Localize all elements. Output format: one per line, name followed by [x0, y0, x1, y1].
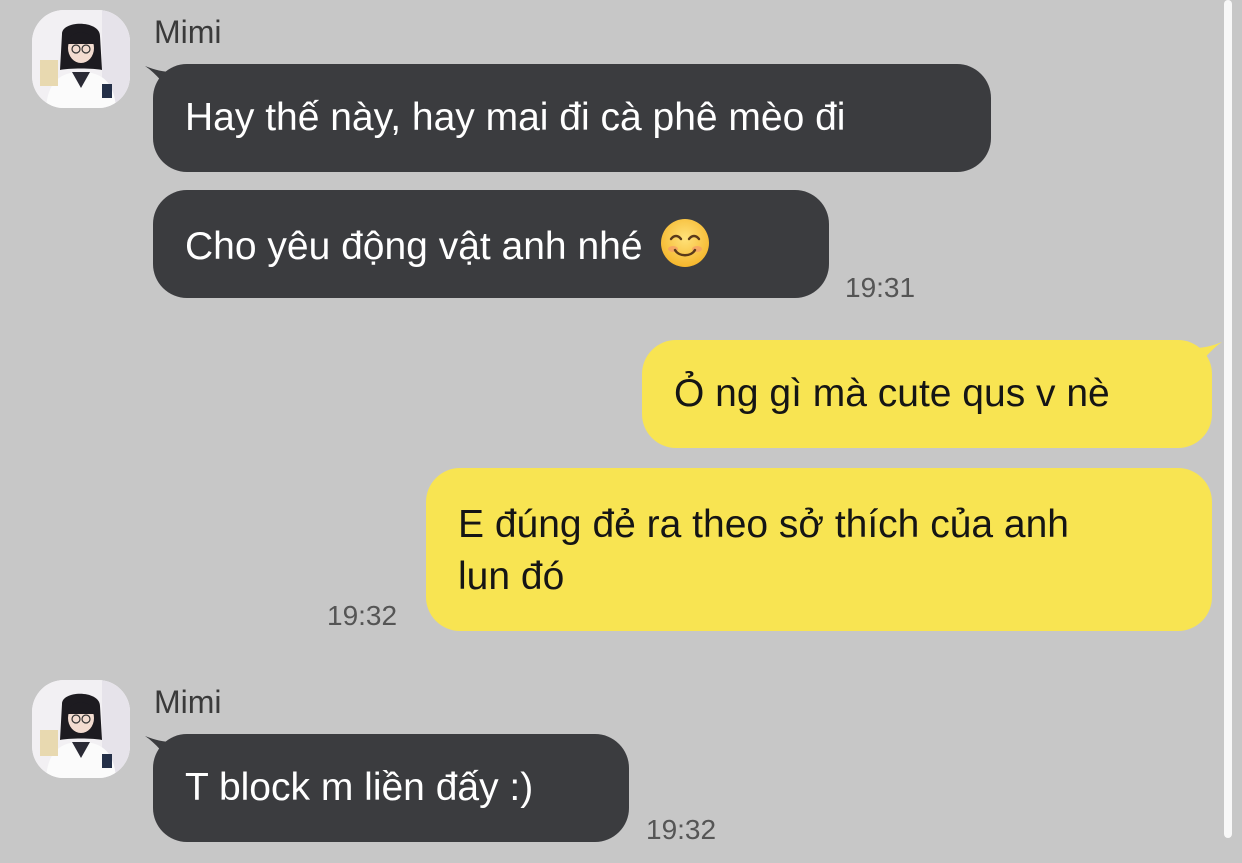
avatar-photo-icon — [32, 680, 130, 778]
message-text: Ỏ ng gì mà cute qus v nè — [674, 372, 1110, 415]
scrollbar[interactable] — [1224, 0, 1232, 838]
message-bubble-incoming[interactable]: T block m liền đấy :) — [153, 734, 629, 842]
message-text: T block m liền đấy :) — [185, 766, 534, 809]
smiling-face-icon — [661, 219, 710, 267]
avatar[interactable] — [32, 10, 130, 108]
message-text-line: lun đó — [458, 555, 565, 598]
message-text: Cho yêu động vật anh nhé — [185, 225, 643, 268]
message-timestamp: 19:32 — [327, 600, 398, 631]
message-text-line: E đúng đẻ ra theo sở thích của anh — [458, 503, 1069, 546]
chat-view[interactable]: Mimi Hay thế này, hay mai đi cà phê mèo … — [0, 0, 1242, 863]
message-bubble-outgoing[interactable]: E đúng đẻ ra theo sở thích của anh lun đ… — [426, 468, 1212, 631]
message-bubble-outgoing[interactable]: Ỏ ng gì mà cute qus v nè — [642, 340, 1212, 448]
sender-name: Mimi — [154, 14, 222, 50]
message-bubble-incoming[interactable]: Hay thế này, hay mai đi cà phê mèo đi — [153, 64, 991, 172]
avatar[interactable] — [32, 680, 130, 778]
message-timestamp: 19:31 — [845, 272, 916, 303]
message-text: Hay thế này, hay mai đi cà phê mèo đi — [185, 96, 846, 139]
message-bubble-incoming[interactable]: Cho yêu động vật anh nhé — [153, 190, 829, 298]
sender-name: Mimi — [154, 684, 222, 720]
message-timestamp: 19:32 — [646, 814, 717, 845]
avatar-photo-icon — [32, 10, 130, 108]
